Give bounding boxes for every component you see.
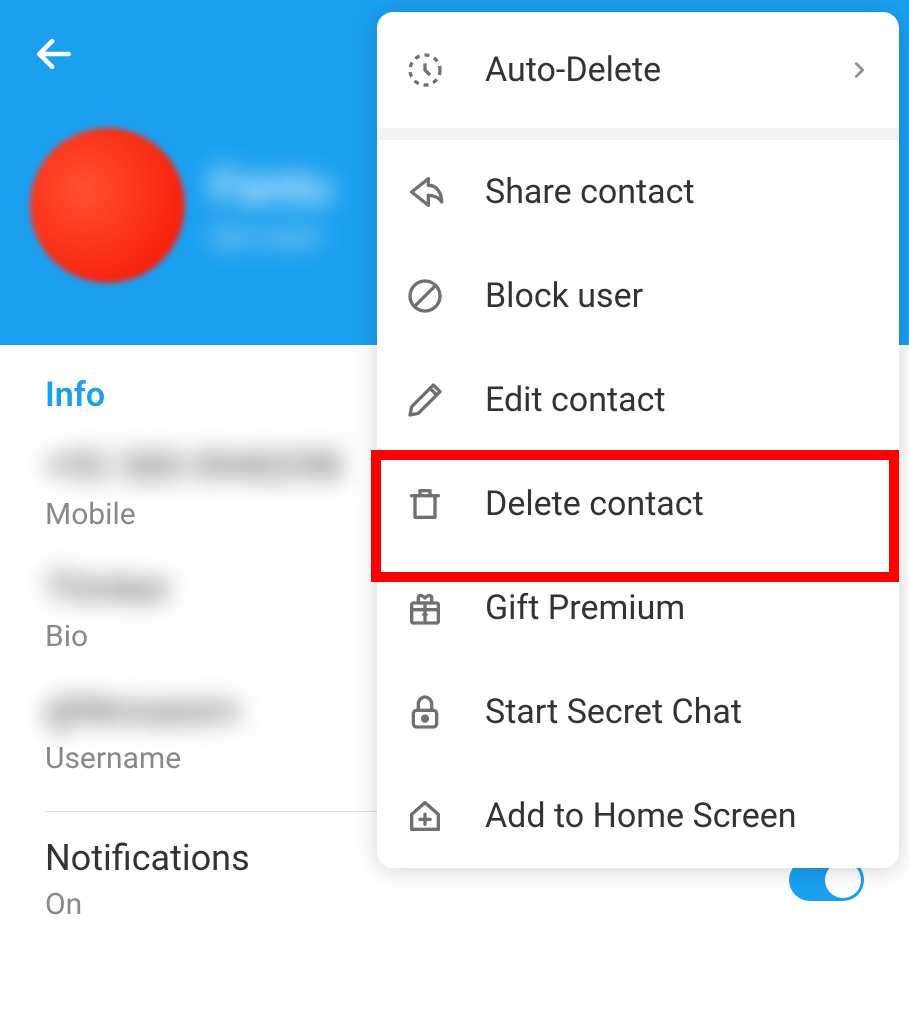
context-menu: Auto-Delete Share contact Block user xyxy=(377,12,899,868)
menu-item-add-to-home-screen[interactable]: Add to Home Screen xyxy=(377,764,899,868)
home-plus-icon xyxy=(405,796,445,836)
menu-item-start-secret-chat[interactable]: Start Secret Chat xyxy=(377,660,899,764)
menu-label: Gift Premium xyxy=(485,588,871,628)
avatar[interactable] xyxy=(30,128,185,283)
profile-text: Fantu last seen xyxy=(210,158,331,253)
menu-separator xyxy=(377,128,899,140)
menu-label: Auto-Delete xyxy=(485,50,807,90)
timer-icon xyxy=(405,50,445,90)
pencil-icon xyxy=(405,380,445,420)
block-icon xyxy=(405,276,445,316)
menu-label: Delete contact xyxy=(485,484,871,524)
share-icon xyxy=(405,172,445,212)
menu-label: Edit contact xyxy=(485,380,871,420)
menu-label: Share contact xyxy=(485,172,871,212)
menu-item-auto-delete[interactable]: Auto-Delete xyxy=(377,12,899,128)
notifications-status: On xyxy=(45,887,250,922)
notifications-title: Notifications xyxy=(45,837,250,879)
lock-icon xyxy=(405,692,445,732)
menu-label: Start Secret Chat xyxy=(485,692,871,732)
menu-item-delete-contact[interactable]: Delete contact xyxy=(377,452,899,556)
profile-name: Fantu xyxy=(210,158,331,215)
menu-label: Block user xyxy=(485,276,871,316)
back-button[interactable] xyxy=(30,30,78,78)
gift-icon xyxy=(405,588,445,628)
menu-item-block-user[interactable]: Block user xyxy=(377,244,899,348)
menu-item-share-contact[interactable]: Share contact xyxy=(377,140,899,244)
profile-status: last seen xyxy=(210,220,331,253)
menu-item-gift-premium[interactable]: Gift Premium xyxy=(377,556,899,660)
notifications-text: Notifications On xyxy=(45,837,250,922)
trash-icon xyxy=(405,484,445,524)
chevron-right-icon xyxy=(847,58,871,82)
menu-item-edit-contact[interactable]: Edit contact xyxy=(377,348,899,452)
menu-label: Add to Home Screen xyxy=(485,796,871,836)
